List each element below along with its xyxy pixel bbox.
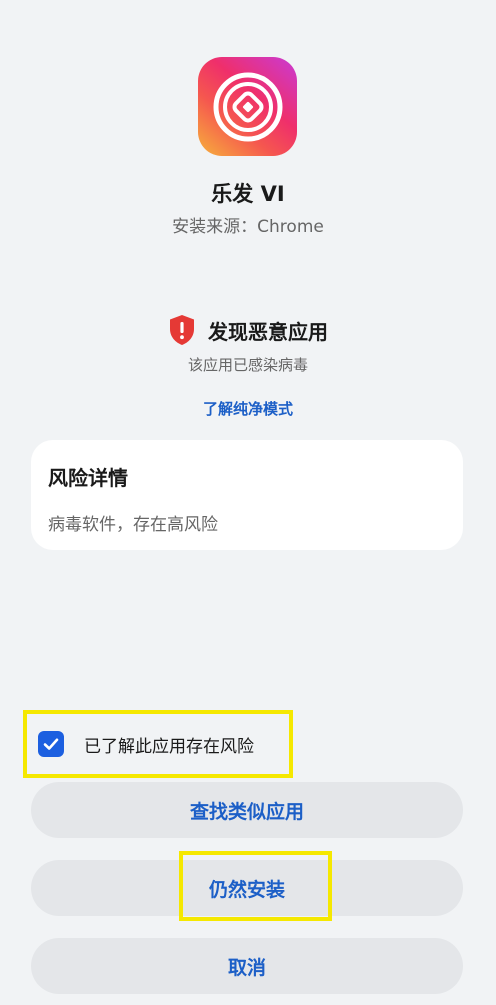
risk-description: 病毒软件，存在高风险: [48, 515, 218, 535]
risk-details-title: 风险详情: [48, 466, 128, 490]
app-logo-icon: [213, 72, 282, 141]
acknowledge-checkbox[interactable]: [38, 731, 64, 757]
find-similar-apps-button[interactable]: 查找类似应用: [31, 782, 463, 838]
acknowledge-risk-checkbox-row[interactable]: 已了解此应用存在风险: [23, 710, 293, 778]
risk-details-card: 风险详情 病毒软件，存在高风险: [31, 440, 463, 550]
cancel-button[interactable]: 取消: [31, 938, 463, 994]
shield-alert-icon: [170, 315, 194, 345]
warning-subtitle: 该应用已感染病毒: [187, 356, 308, 374]
app-name: 乐发 VI: [211, 182, 285, 206]
app-icon: [198, 57, 297, 156]
malware-warning: 发现恶意应用: [0, 314, 496, 346]
install-anyway-button[interactable]: 仍然安装: [31, 860, 463, 916]
learn-pure-mode-link[interactable]: 了解纯净模式: [0, 398, 496, 419]
checkmark-icon: [43, 738, 59, 750]
acknowledge-label: 已了解此应用存在风险: [84, 736, 254, 757]
warning-title: 发现恶意应用: [208, 319, 328, 344]
install-source: 安装来源：Chrome: [172, 217, 324, 237]
